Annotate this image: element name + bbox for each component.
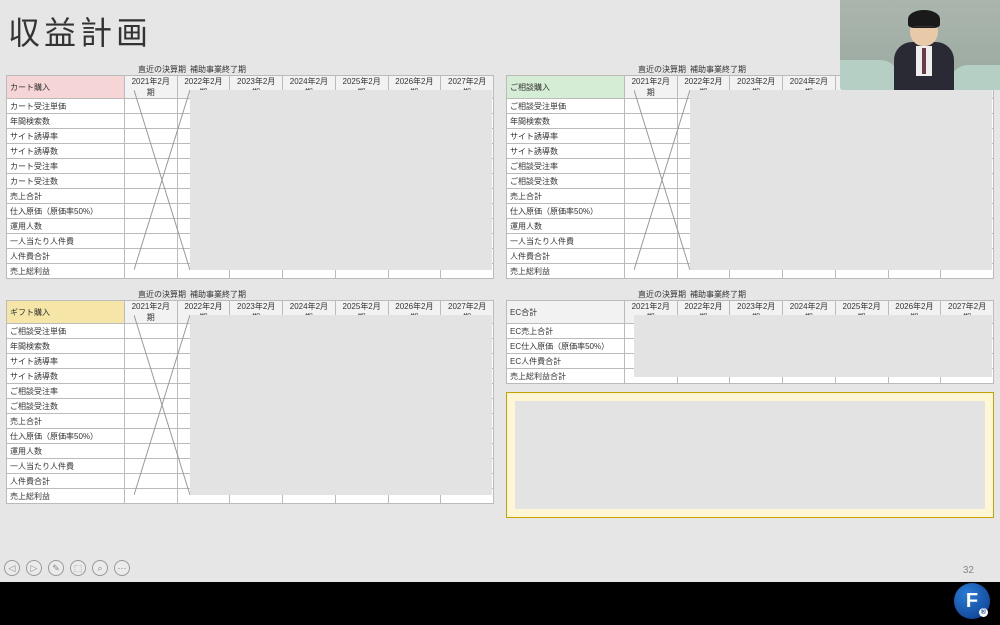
webcam-overlay	[840, 0, 1000, 90]
block-consult: 直近の決算期補助事業終了期 ご相談購入 2021年2月期2022年2月期2023…	[506, 64, 994, 279]
next-button[interactable]: ▷	[26, 560, 42, 576]
more-button[interactable]: ⋯	[114, 560, 130, 576]
zoom-button[interactable]: ⌕	[92, 560, 108, 576]
block-gift: 直近の決算期補助事業終了期 ギフト購入 2021年2月期2022年2月期2023…	[6, 289, 494, 518]
redacted-overlay	[190, 315, 492, 495]
redacted-overlay	[690, 90, 992, 270]
registered-icon: ®	[979, 608, 988, 617]
prev-button[interactable]: ◁	[4, 560, 20, 576]
sublabel-row: 直近の決算期 補助事業終了期	[6, 64, 494, 75]
stage: 収益計画 直近の決算期 補助事業終了期 カート購入 2021年2月期 2022年…	[0, 0, 1000, 625]
table-grid: 直近の決算期 補助事業終了期 カート購入 2021年2月期 2022年2月期 2…	[0, 64, 1000, 524]
pen-button[interactable]: ✎	[48, 560, 64, 576]
redacted-overlay	[634, 315, 992, 377]
table-header-label: カート購入	[7, 76, 125, 99]
redacted-overlay	[515, 401, 985, 509]
notes-box	[506, 392, 994, 518]
table-header-label: EC合計	[507, 301, 625, 324]
brand-logo: F ®	[954, 583, 990, 619]
block-cart: 直近の決算期 補助事業終了期 カート購入 2021年2月期 2022年2月期 2…	[6, 64, 494, 279]
pointer-button[interactable]: ⬚	[70, 560, 86, 576]
block-ec: 直近の決算期補助事業終了期 EC合計 2021年2月期2022年2月期2023年…	[506, 289, 994, 518]
slide-controls: ◁ ▷ ✎ ⬚ ⌕ ⋯	[4, 560, 130, 576]
table-header-label: ギフト購入	[7, 301, 125, 324]
redacted-overlay	[190, 90, 492, 270]
page-number: 32	[963, 565, 974, 576]
table-header-label: ご相談購入	[507, 76, 625, 99]
